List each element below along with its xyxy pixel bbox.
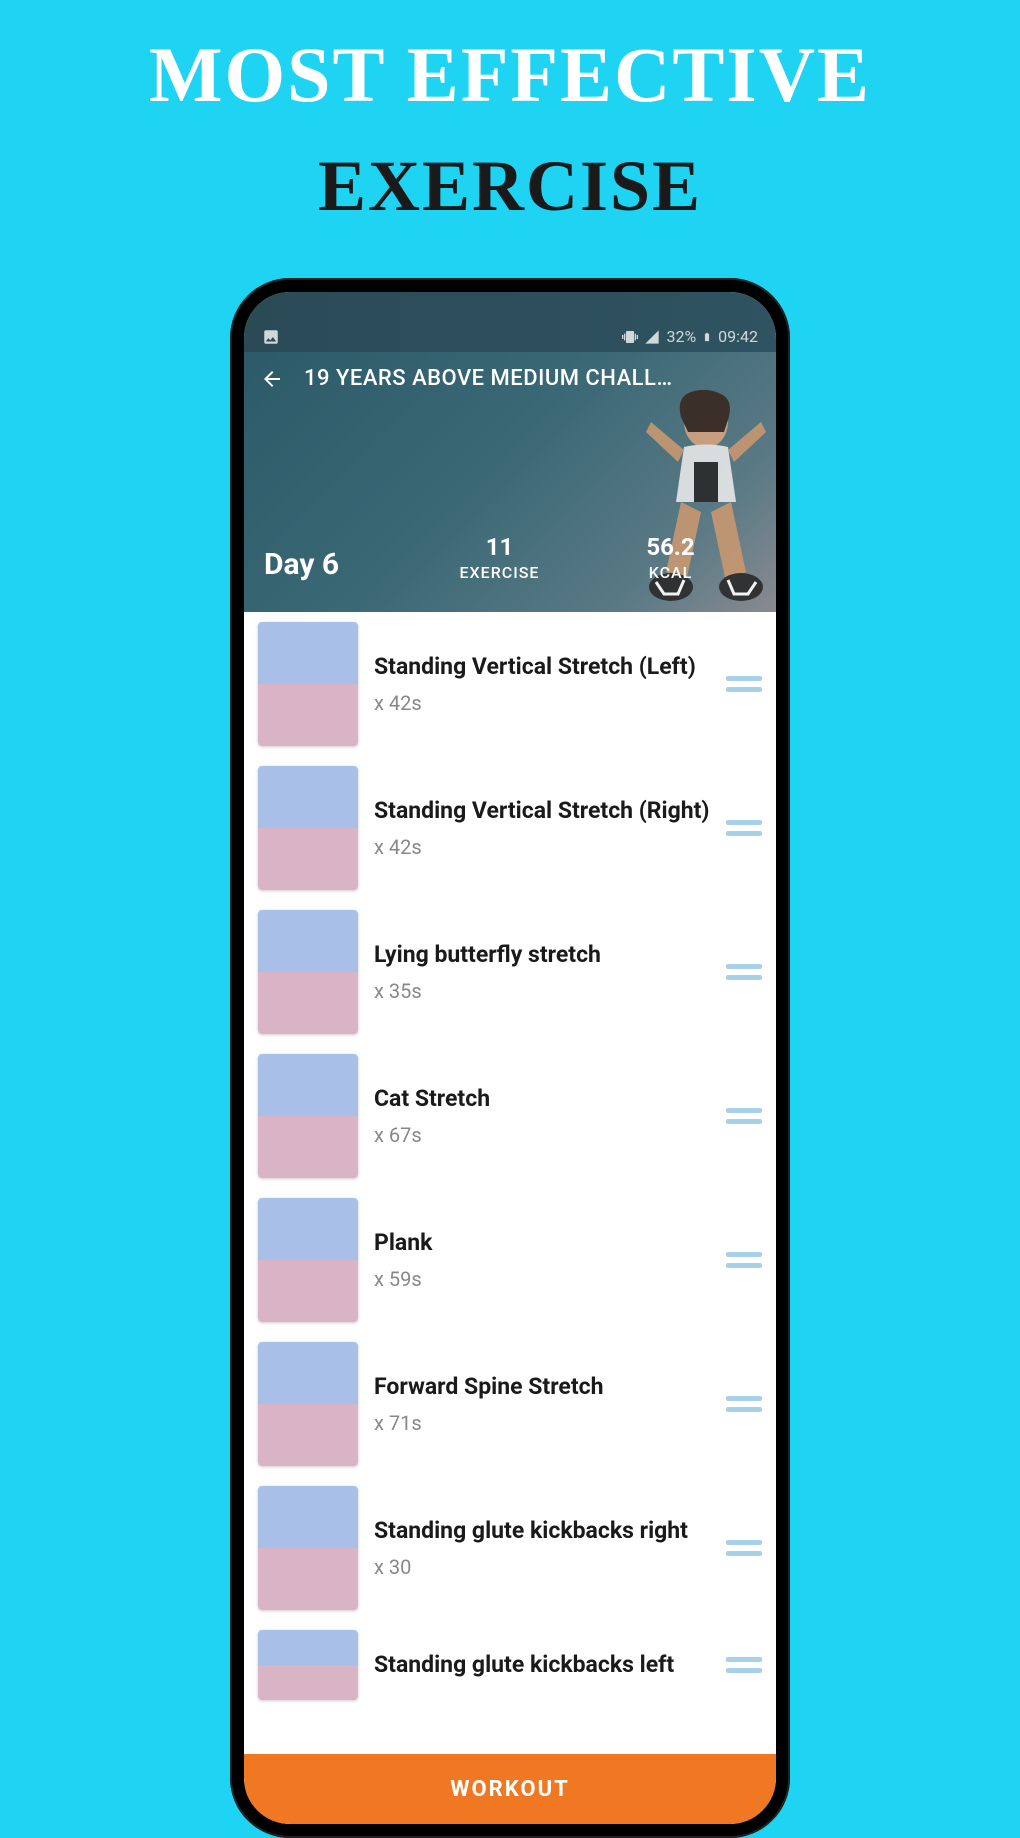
exercise-name: Cat Stretch <box>374 1085 710 1114</box>
drag-handle-icon[interactable] <box>726 1653 762 1677</box>
workout-button[interactable]: WORKOUT <box>244 1754 776 1824</box>
status-right: 32% 09:42 <box>622 327 758 346</box>
drag-handle-icon[interactable] <box>726 816 762 840</box>
clock-time: 09:42 <box>718 327 758 346</box>
drag-handle-icon[interactable] <box>726 1392 762 1416</box>
list-item[interactable]: Standing glute kickbacks right x 30 <box>244 1476 776 1620</box>
exercise-thumbnail <box>258 1630 358 1700</box>
promo-title: MOST EFFECTIVE EXERCISE <box>0 0 1020 228</box>
exercise-duration: x 67s <box>374 1123 710 1147</box>
exercise-info: Cat Stretch x 67s <box>374 1085 710 1148</box>
exercise-duration: x 30 <box>374 1555 710 1579</box>
list-item[interactable]: Forward Spine Stretch x 71s <box>244 1332 776 1476</box>
kcal-label: KCAL <box>585 563 756 582</box>
exercise-info: Standing Vertical Stretch (Right) x 42s <box>374 797 710 860</box>
exercise-duration: x 71s <box>374 1411 710 1435</box>
list-item[interactable]: Cat Stretch x 67s <box>244 1044 776 1188</box>
exercise-list[interactable]: Standing Vertical Stretch (Left) x 42s S… <box>244 612 776 1754</box>
exercise-duration: x 59s <box>374 1267 710 1291</box>
day-label: Day 6 <box>264 547 414 582</box>
exercise-name: Standing Vertical Stretch (Right) <box>374 797 710 826</box>
list-item[interactable]: Standing Vertical Stretch (Left) x 42s <box>244 612 776 756</box>
status-left <box>262 328 280 346</box>
exercise-thumbnail <box>258 910 358 1034</box>
exercise-info: Standing glute kickbacks left <box>374 1651 710 1680</box>
exercise-info: Plank x 59s <box>374 1229 710 1292</box>
promo-line-2: EXERCISE <box>0 145 1020 228</box>
exercise-name: Standing Vertical Stretch (Left) <box>374 653 710 682</box>
exercise-duration: x 42s <box>374 691 710 715</box>
exercise-info: Standing glute kickbacks right x 30 <box>374 1517 710 1580</box>
header-stats: Day 6 11 EXERCISE 56.2 KCAL <box>244 533 776 582</box>
exercise-count-block: 11 EXERCISE <box>414 533 585 582</box>
drag-handle-icon[interactable] <box>726 960 762 984</box>
exercise-name: Standing glute kickbacks right <box>374 1517 710 1546</box>
back-arrow-icon[interactable] <box>260 367 284 391</box>
exercise-thumbnail <box>258 622 358 746</box>
phone-screen: 32% 09:42 19 YEARS <box>244 292 776 1824</box>
list-item[interactable]: Standing Vertical Stretch (Right) x 42s <box>244 756 776 900</box>
list-item[interactable]: Standing glute kickbacks left <box>244 1620 776 1710</box>
image-icon <box>262 328 280 346</box>
drag-handle-icon[interactable] <box>726 1248 762 1272</box>
exercise-name: Standing glute kickbacks left <box>374 1651 710 1680</box>
status-bar: 32% 09:42 <box>244 292 776 352</box>
kcal-block: 56.2 KCAL <box>585 533 756 582</box>
list-item[interactable]: Lying butterfly stretch x 35s <box>244 900 776 1044</box>
exercise-name: Plank <box>374 1229 710 1258</box>
phone-frame: 32% 09:42 19 YEARS <box>230 278 790 1838</box>
drag-handle-icon[interactable] <box>726 1536 762 1560</box>
exercise-name: Forward Spine Stretch <box>374 1373 710 1402</box>
exercise-info: Lying butterfly stretch x 35s <box>374 941 710 1004</box>
exercise-info: Standing Vertical Stretch (Left) x 42s <box>374 653 710 716</box>
exercise-thumbnail <box>258 1486 358 1610</box>
exercise-thumbnail <box>258 1054 358 1178</box>
workout-button-label: WORKOUT <box>450 1777 569 1802</box>
battery-icon <box>702 329 712 345</box>
signal-icon <box>644 329 660 345</box>
exercise-info: Forward Spine Stretch x 71s <box>374 1373 710 1436</box>
list-item[interactable]: Plank x 59s <box>244 1188 776 1332</box>
battery-percent: 32% <box>666 327 696 346</box>
exercise-duration: x 35s <box>374 979 710 1003</box>
app-header: 19 YEARS ABOVE MEDIUM CHALL… Day 6 11 EX… <box>244 352 776 612</box>
exercise-thumbnail <box>258 1342 358 1466</box>
exercise-duration: x 42s <box>374 835 710 859</box>
drag-handle-icon[interactable] <box>726 1104 762 1128</box>
exercise-name: Lying butterfly stretch <box>374 941 710 970</box>
exercise-thumbnail <box>258 766 358 890</box>
drag-handle-icon[interactable] <box>726 672 762 696</box>
kcal-value: 56.2 <box>585 533 756 561</box>
exercise-count-label: EXERCISE <box>414 563 585 582</box>
promo-line-1: MOST EFFECTIVE <box>0 30 1020 120</box>
vibrate-icon <box>622 329 638 345</box>
exercise-thumbnail <box>258 1198 358 1322</box>
exercise-count: 11 <box>414 533 585 561</box>
